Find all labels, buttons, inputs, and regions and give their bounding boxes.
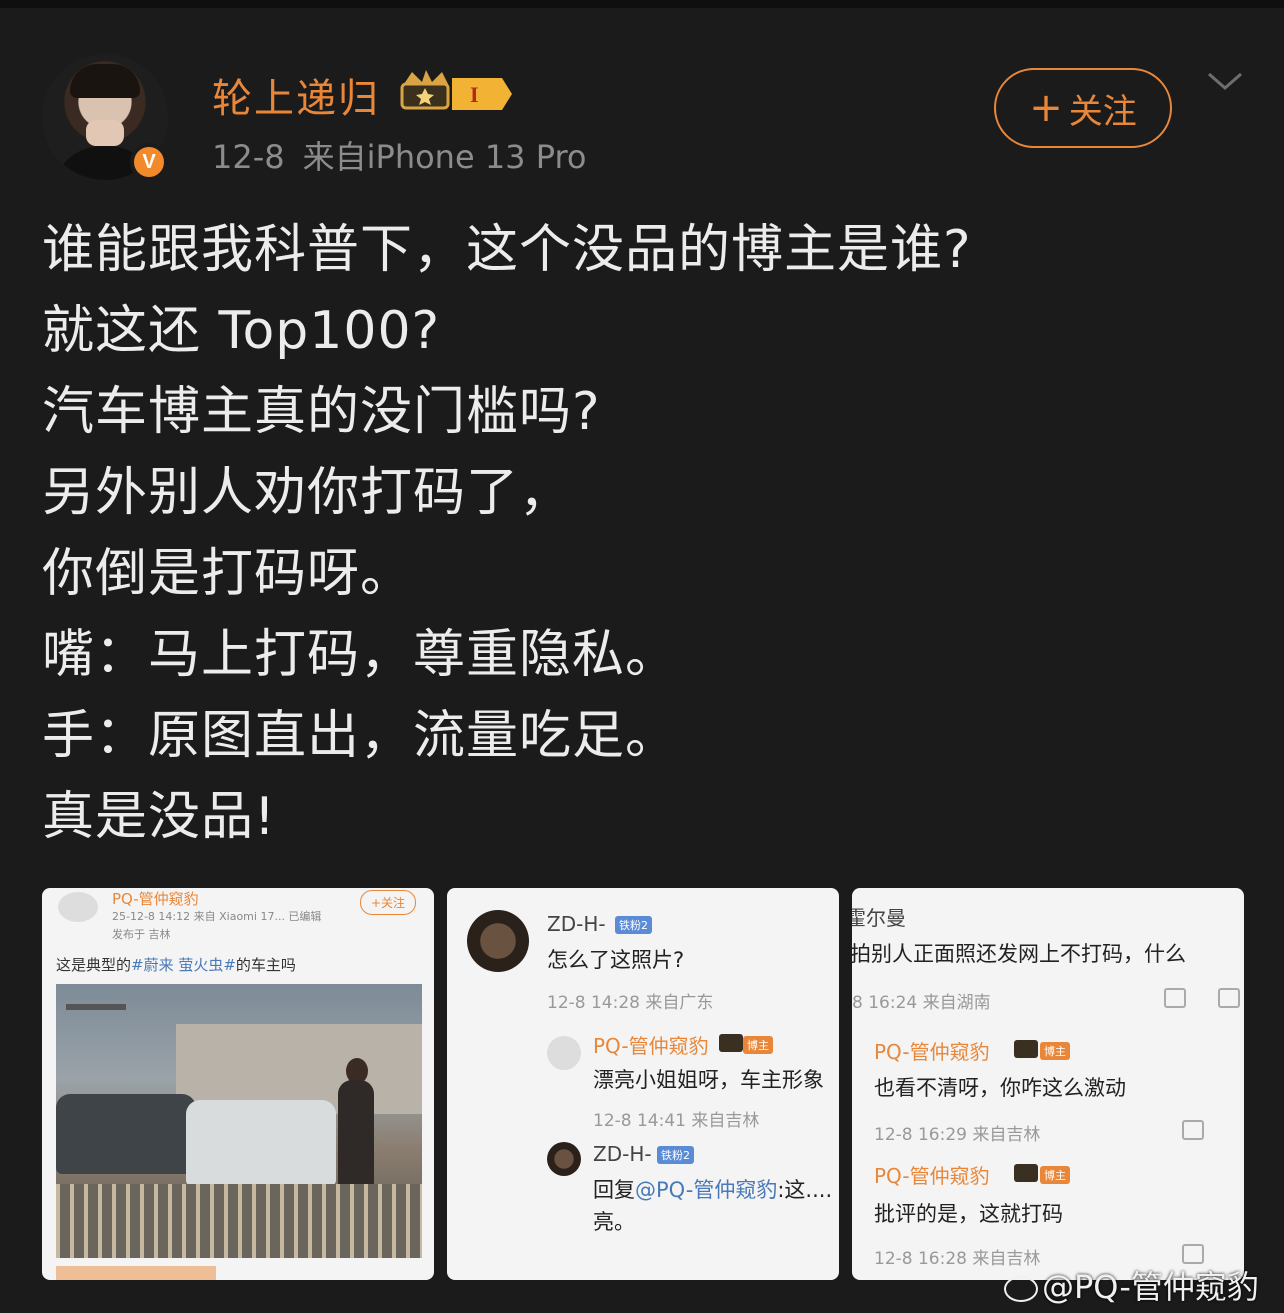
post-line: 谁能跟我科普下，这个没品的博主是谁? xyxy=(42,220,972,280)
follow-label: 关注 xyxy=(1068,91,1137,132)
verified-badge-icon: V xyxy=(130,143,168,181)
watermark: @PQ-管仲窥豹 xyxy=(1004,1262,1259,1308)
reply-prefix: 回复 xyxy=(593,1178,635,1202)
car-white xyxy=(186,1100,336,1186)
post-line: 手：原图直出，流量吃足。 xyxy=(42,706,679,766)
thumb-hashtag: #蔚来 萤火虫# xyxy=(131,956,236,974)
reply-text: 批评的是，这就打码 xyxy=(874,1202,1063,1226)
share-icon xyxy=(1182,1120,1204,1140)
author-badge: 博主 xyxy=(743,1036,773,1054)
comment-icon xyxy=(1218,988,1240,1008)
thumb-text-pre: 这是典型的 xyxy=(56,956,132,974)
thumb-meta: 25-12-8 14:12 来自 Xiaomi 17... 已编辑 xyxy=(112,910,322,923)
thumb-post-text: 这是典型的#蔚来 萤火虫#的车主吗 xyxy=(56,954,296,975)
comment-avatar xyxy=(467,910,529,972)
post-body: 谁能跟我科普下，这个没品的博主是谁? 就这还 Top100? 汽车博主真的没门槛… xyxy=(42,210,1242,858)
comment-username: ZD-H- xyxy=(547,912,606,936)
reply-time: 12-8 14:41 来自吉林 xyxy=(593,1111,760,1131)
thumb-location: 发布于 吉林 xyxy=(112,928,171,941)
fan-badge: 铁粉2 xyxy=(657,1146,694,1164)
thumb-bottom-strip xyxy=(56,1266,216,1280)
thumb-avatar xyxy=(58,892,98,922)
post-line: 真是没品! xyxy=(42,787,276,847)
reply-username: PQ-管仲窥豹 xyxy=(874,1040,990,1064)
post-line: 汽车博主真的没门槛吗? xyxy=(42,382,601,442)
reply-suffix: :这.... xyxy=(777,1178,833,1202)
author-badge: 博主 xyxy=(1040,1042,1070,1060)
chevron-down-icon[interactable] xyxy=(1206,66,1244,96)
mention-link: @PQ-管仲窥豹 xyxy=(635,1178,778,1202)
reply-text: 漂亮小姐姐呀，车主形象 xyxy=(593,1068,824,1092)
avatar-hair xyxy=(70,64,140,98)
crown-icon xyxy=(1014,1040,1038,1058)
post-source: 来自iPhone 13 Pro xyxy=(302,138,587,176)
crown-level-icon: I xyxy=(400,70,512,110)
road-fence xyxy=(56,1184,422,1258)
street-photo xyxy=(56,984,422,1258)
username[interactable]: 轮上递归 xyxy=(212,66,380,124)
image-thumbnail-2[interactable]: ZD-H- 铁粉2 怎么了这照片? 12-8 14:28 来自广东 PQ-管仲窥… xyxy=(447,888,839,1280)
reply-text: 回复@PQ-管仲窥豹:这.... xyxy=(593,1174,832,1204)
reply-username: ZD-H- xyxy=(593,1142,652,1166)
watermark-text: @PQ-管仲窥豹 xyxy=(1042,1268,1259,1306)
comment-username: 霍尔曼 xyxy=(852,906,906,930)
top-edge xyxy=(0,0,1284,8)
reply-username: PQ-管仲窥豹 xyxy=(593,1034,709,1058)
thumb-follow-button: +关注 xyxy=(360,890,417,915)
reply-username: PQ-管仲窥豹 xyxy=(874,1164,990,1188)
post-line: 就这还 Top100? xyxy=(42,301,441,361)
crown-icon xyxy=(719,1034,743,1052)
fan-badge: 铁粉2 xyxy=(615,916,652,934)
avatar-hands xyxy=(86,120,124,146)
reply-avatar xyxy=(547,1142,581,1176)
crown-icon xyxy=(1014,1164,1038,1182)
post-meta: 12-8 来自iPhone 13 Pro xyxy=(212,132,604,178)
follow-button[interactable]: + 关注 xyxy=(994,68,1172,148)
tree-branch xyxy=(66,1004,126,1010)
post-line: 另外别人劝你打码了， xyxy=(42,463,573,523)
post-line: 嘴：马上打码，尊重隐私。 xyxy=(42,625,679,685)
share-icon xyxy=(1182,1244,1204,1264)
post-date: 12-8 xyxy=(212,138,285,176)
car-dark xyxy=(56,1094,196,1174)
thumb-username: PQ-管仲窥豹 xyxy=(112,890,199,908)
reply-time: 12-8 16:29 来自吉林 xyxy=(874,1125,1041,1145)
level-text: I xyxy=(470,82,479,107)
reply-text-cont: 亮。 xyxy=(593,1210,635,1234)
reply-text: 也看不清呀，你咋这么激动 xyxy=(874,1076,1126,1100)
post-line: 你倒是打码呀。 xyxy=(42,544,414,604)
share-icon xyxy=(1164,988,1186,1008)
reply-avatar xyxy=(547,1036,581,1070)
weibo-logo-icon xyxy=(1004,1276,1038,1302)
comment-text: 拍别人正面照还发网上不打码，什么 xyxy=(852,942,1186,966)
comment-time: 8 16:24 来自湖南 xyxy=(852,993,991,1013)
author-badge: 博主 xyxy=(1040,1166,1070,1184)
thumb-text-post: 的车主吗 xyxy=(235,956,296,974)
image-thumbnail-3[interactable]: 霍尔曼 拍别人正面照还发网上不打码，什么 8 16:24 来自湖南 PQ-管仲窥… xyxy=(852,888,1244,1280)
plus-icon: + xyxy=(1029,85,1063,131)
comment-time: 12-8 14:28 来自广东 xyxy=(547,993,714,1013)
comment-text: 怎么了这照片? xyxy=(547,948,685,972)
image-thumbnail-1[interactable]: PQ-管仲窥豹 25-12-8 14:12 来自 Xiaomi 17... 已编… xyxy=(42,888,434,1280)
